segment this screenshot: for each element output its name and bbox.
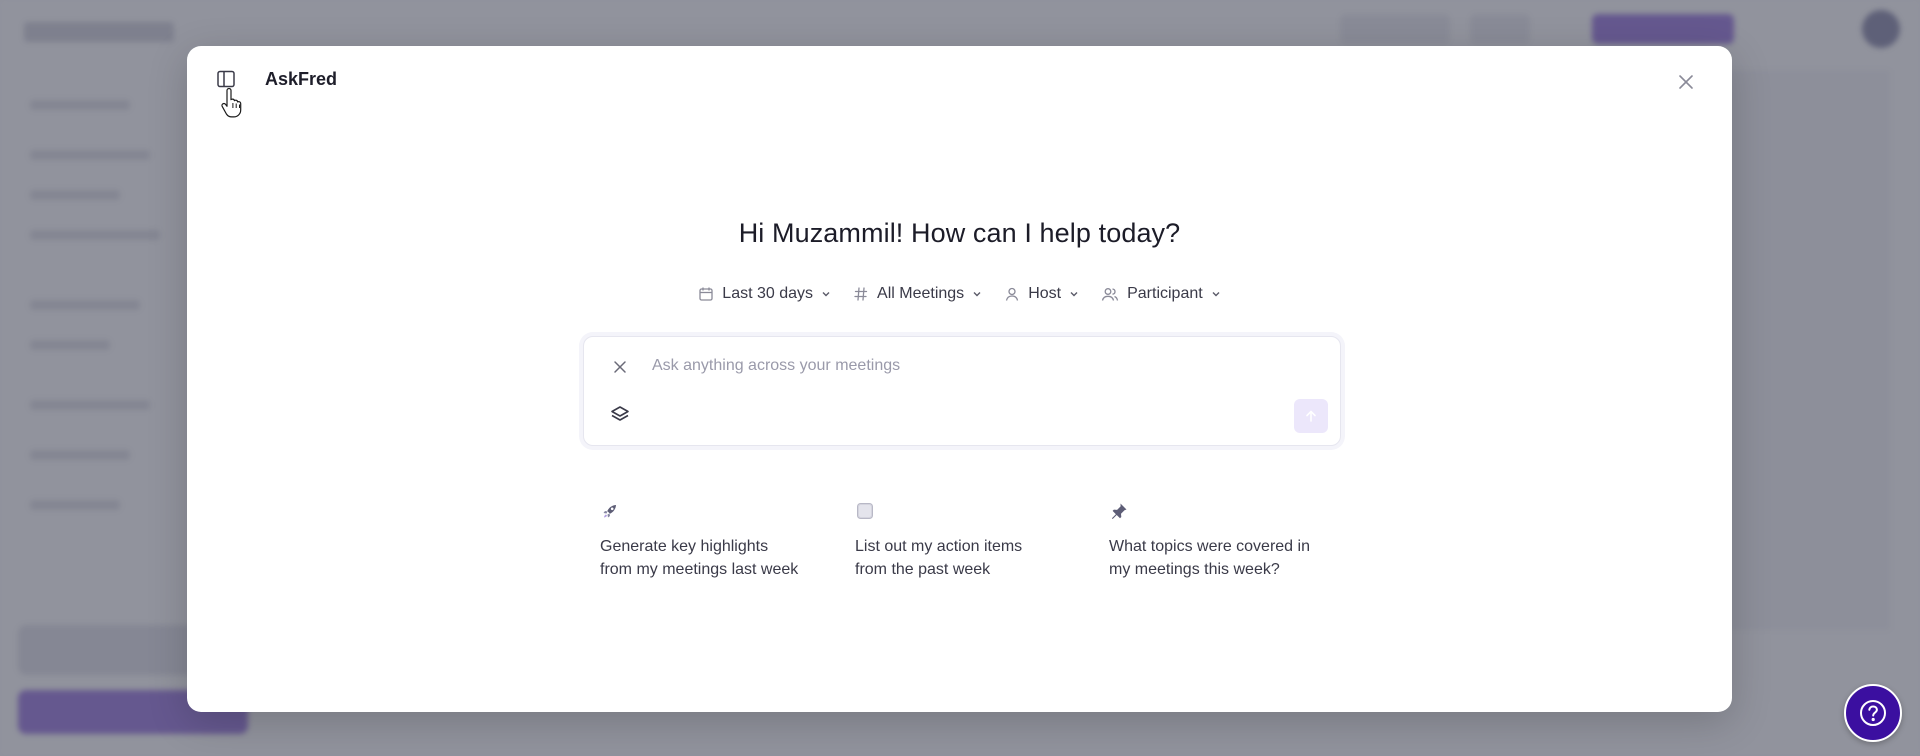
layers-icon — [611, 406, 629, 421]
suggestion-line: my meetings this week? — [1109, 561, 1280, 578]
filter-participant[interactable]: Participant — [1101, 282, 1221, 306]
suggestion-line: What topics were covered in — [1109, 538, 1310, 555]
pushpin-icon — [1109, 501, 1129, 521]
chevron-down-icon — [1212, 292, 1220, 297]
clear-input-button[interactable] — [610, 357, 630, 377]
close-button[interactable] — [1676, 72, 1696, 92]
suggestion-line: from my meetings last week — [600, 561, 799, 578]
suggestion-line: List out my action items — [855, 538, 1023, 555]
suggestion-action-items[interactable]: List out my action items from the past w… — [855, 501, 1085, 581]
greeting-heading: Hi Muzammil! How can I help today? — [738, 218, 1181, 248]
user-icon — [1006, 287, 1019, 301]
ask-composer — [583, 336, 1341, 446]
arrow-up-icon — [1306, 410, 1316, 422]
sources-button[interactable] — [608, 403, 632, 427]
send-button[interactable] — [1294, 399, 1328, 433]
chevron-down-icon — [973, 292, 981, 297]
suggestion-topics-covered[interactable]: What topics were covered in my meetings … — [1109, 501, 1339, 581]
calendar-icon — [699, 287, 713, 301]
ask-input[interactable] — [652, 351, 1292, 381]
help-question-icon — [1860, 700, 1886, 726]
filter-meetings[interactable]: All Meetings — [853, 282, 982, 306]
help-button[interactable] — [1844, 684, 1902, 742]
askfred-modal: AskFred Hi Muzammil! How can I help toda… — [187, 46, 1732, 712]
modal-header: AskFred — [187, 46, 1732, 106]
filter-date-range-label: Last 30 days — [722, 285, 814, 302]
filter-host-label: Host — [1028, 285, 1062, 302]
close-icon — [614, 361, 626, 373]
sidebar-panel-icon — [217, 70, 235, 88]
suggestion-line: Generate key highlights — [600, 538, 769, 555]
rocket-icon — [600, 501, 620, 521]
close-icon — [1679, 75, 1693, 89]
filter-meetings-label: All Meetings — [877, 285, 965, 302]
suggestion-key-highlights[interactable]: Generate key highlights from my meetings… — [600, 501, 830, 581]
chevron-down-icon — [1070, 292, 1078, 297]
modal-title: AskFred — [265, 69, 338, 89]
chevron-down-icon — [822, 292, 830, 297]
filter-host[interactable]: Host — [1004, 282, 1079, 306]
suggestion-list: Generate key highlights from my meetings… — [600, 501, 1360, 621]
filter-participant-label: Participant — [1127, 285, 1203, 302]
suggestion-line: from the past week — [855, 561, 991, 578]
sidebar-toggle-button[interactable] — [215, 68, 237, 90]
users-icon — [1101, 288, 1119, 301]
checkbox-icon — [855, 501, 875, 521]
filter-date-range[interactable]: Last 30 days — [698, 282, 831, 306]
hashtag-icon — [854, 287, 868, 301]
filter-bar: Last 30 days All Meetings Host Participa… — [187, 282, 1732, 306]
